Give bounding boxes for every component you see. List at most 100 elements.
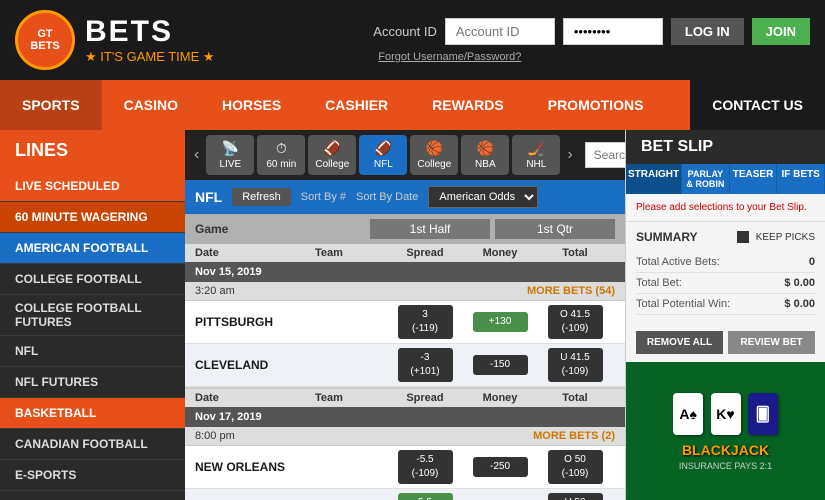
team-cleveland: CLEVELAND: [195, 358, 385, 372]
cleveland-money-cell: -150: [465, 355, 535, 375]
header: GT BETS BETS ★ IT'S GAME TIME ★ Account …: [0, 0, 825, 80]
table-row: CLEVELAND -3(+101) -150 U 41.5(-109): [185, 344, 625, 387]
cleveland-spread-btn[interactable]: -3(+101): [398, 348, 453, 382]
sidebar-item-live-scheduled[interactable]: LIVE SCHEDULED: [0, 171, 185, 202]
sidebar-item-esports[interactable]: E-SPORTS: [0, 460, 185, 491]
nav-cashier[interactable]: CASHIER: [303, 80, 410, 130]
sidebar-title: LINES: [0, 130, 185, 171]
sidebar-item-golf[interactable]: GOLF: [0, 491, 185, 500]
col-sub-headers-2: Date Team Spread Money Total: [185, 387, 625, 407]
summary-section: SUMMARY KEEP PICKS Total Active Bets: 0 …: [626, 222, 825, 323]
cleveland-spread-cell: -3(+101): [385, 348, 465, 382]
live-icon: 📡: [222, 140, 239, 157]
sidebar-item-college-football[interactable]: COLLEGE FOOTBALL: [0, 264, 185, 295]
no-money-btn[interactable]: -250: [473, 457, 528, 477]
account-id-label: Account ID: [373, 24, 437, 39]
bs-tab-teaser[interactable]: TEASER: [730, 164, 778, 194]
nav-contact[interactable]: CONTACT US: [690, 80, 825, 130]
sidebar: LINES LIVE SCHEDULED 60 MINUTE WAGERING …: [0, 130, 185, 500]
nav-casino[interactable]: CASINO: [102, 80, 200, 130]
tb-total-btn[interactable]: U 50(-109): [548, 493, 603, 500]
summary-label: SUMMARY: [636, 230, 698, 244]
tab-nba-label: NBA: [475, 159, 496, 170]
brand-name: BETS: [85, 15, 215, 49]
logo-area: GT BETS BETS ★ IT'S GAME TIME ★: [15, 10, 215, 70]
no-spread-btn[interactable]: -5.5(-109): [398, 450, 453, 484]
total-bet-val: $ 0.00: [784, 277, 815, 289]
tab-nfl[interactable]: 🏈 NFL: [359, 135, 407, 175]
basketball-icon-1: 🏀: [426, 140, 443, 157]
tb-spread-cell: 5.5(-109): [385, 493, 465, 500]
cleveland-total-cell: U 41.5(-109): [535, 348, 615, 382]
more-bets-2: MORE BETS (2): [533, 430, 615, 442]
tb-spread-btn[interactable]: 5.5(-109): [398, 493, 453, 500]
col-date-2: Date: [195, 392, 315, 404]
nfl-title: NFL: [195, 189, 222, 205]
remove-all-button[interactable]: REMOVE ALL: [636, 331, 723, 354]
logo-text: GT BETS: [30, 28, 59, 52]
sidebar-item-american-football[interactable]: AMERICAN FOOTBALL: [0, 233, 185, 264]
tab-60min[interactable]: ⏱ 60 min: [257, 135, 305, 175]
total-active-val: 0: [809, 256, 815, 268]
bs-tab-straight[interactable]: STRAIGHT: [626, 164, 682, 194]
table-header: Game 1st Half 1st Qtr: [185, 214, 625, 244]
cleveland-money-btn[interactable]: -150: [473, 355, 528, 375]
football-icon-1: 🏈: [324, 140, 341, 157]
sidebar-item-nfl-futures[interactable]: NFL FUTURES: [0, 367, 185, 398]
tab-college[interactable]: 🏈 College: [308, 135, 356, 175]
sort-by-date-label: Sort By Date: [356, 191, 418, 203]
keep-picks-toggle[interactable]: KEEP PICKS: [737, 231, 815, 243]
time-row-1: 3:20 am MORE BETS (54): [185, 282, 625, 301]
sidebar-item-college-football-futures[interactable]: COLLEGE FOOTBALL FUTURES: [0, 295, 185, 336]
tab-arrow-right[interactable]: ›: [563, 146, 576, 164]
tab-college-label: College: [315, 159, 349, 170]
pittsburgh-money-btn[interactable]: +130: [473, 312, 528, 332]
col-game: Game: [195, 222, 370, 236]
nav-sports[interactable]: SPORTS: [0, 80, 102, 130]
odds-select[interactable]: American Odds Decimal Odds: [428, 186, 538, 208]
date-nov15: Nov 15, 2019: [195, 266, 262, 278]
col-spread: Spread: [385, 247, 465, 259]
pittsburgh-total-cell: O 41.5(-109): [535, 305, 615, 339]
tab-live[interactable]: 📡 LIVE: [206, 135, 254, 175]
tab-college-bball[interactable]: 🏀 College: [410, 135, 458, 175]
bs-tab-parlay[interactable]: PARLAY& ROBIN: [682, 164, 730, 194]
account-id-input[interactable]: [445, 18, 555, 45]
nav-horses[interactable]: HORSES: [200, 80, 303, 130]
sidebar-item-canadian-football[interactable]: CANADIAN FOOTBALL: [0, 429, 185, 460]
bet-slip-panel: BET SLIP STRAIGHT PARLAY& ROBIN TEASER I…: [625, 130, 825, 500]
no-total-btn[interactable]: O 50(-109): [548, 450, 603, 484]
time-row-2: 8:00 pm MORE BETS (2): [185, 427, 625, 446]
tab-arrow-left[interactable]: ‹: [190, 146, 203, 164]
tab-nhl[interactable]: 🏒 NHL: [512, 135, 560, 175]
review-bet-button[interactable]: REVIEW BET: [728, 331, 815, 354]
cleveland-total-btn[interactable]: U 41.5(-109): [548, 348, 603, 382]
nav-rewards[interactable]: REWARDS: [410, 80, 526, 130]
keep-picks-checkbox[interactable]: [737, 231, 749, 243]
tab-college-bball-label: College: [417, 159, 451, 170]
pittsburgh-money-cell: +130: [465, 312, 535, 332]
team-search-input[interactable]: [585, 142, 625, 168]
bs-tab-ifbets[interactable]: IF BETS: [777, 164, 825, 194]
sidebar-item-60min[interactable]: 60 MINUTE WAGERING: [0, 202, 185, 233]
nav-promotions[interactable]: PROMOTIONS: [526, 80, 666, 130]
pittsburgh-spread-btn[interactable]: 3(-119): [398, 305, 453, 339]
pittsburgh-total-btn[interactable]: O 41.5(-109): [548, 305, 603, 339]
no-spread-cell: -5.5(-109): [385, 450, 465, 484]
sidebar-item-basketball[interactable]: BASKETBALL: [0, 398, 185, 429]
col-money-2: Money: [465, 392, 535, 404]
total-active-label: Total Active Bets:: [636, 256, 720, 268]
header-controls: Account ID LOG IN JOIN: [373, 18, 810, 45]
table-row: NEW ORLEANS -5.5(-109) -250 O 50(-109): [185, 446, 625, 489]
join-button[interactable]: JOIN: [752, 18, 810, 45]
betslip-actions: REMOVE ALL REVIEW BET: [626, 323, 825, 362]
login-button[interactable]: LOG IN: [671, 18, 744, 45]
password-input[interactable]: [563, 18, 663, 45]
sidebar-item-nfl[interactable]: NFL: [0, 336, 185, 367]
total-bet-row: Total Bet: $ 0.00: [636, 273, 815, 294]
tab-nba[interactable]: 🏀 NBA: [461, 135, 509, 175]
refresh-button[interactable]: Refresh: [232, 188, 291, 206]
forgot-link[interactable]: Forgot Username/Password?: [378, 51, 521, 63]
col-total-2: Total: [535, 392, 615, 404]
sport-tabs: ‹ 📡 LIVE ⏱ 60 min 🏈 College 🏈 NFL 🏀 Coll…: [185, 130, 625, 180]
